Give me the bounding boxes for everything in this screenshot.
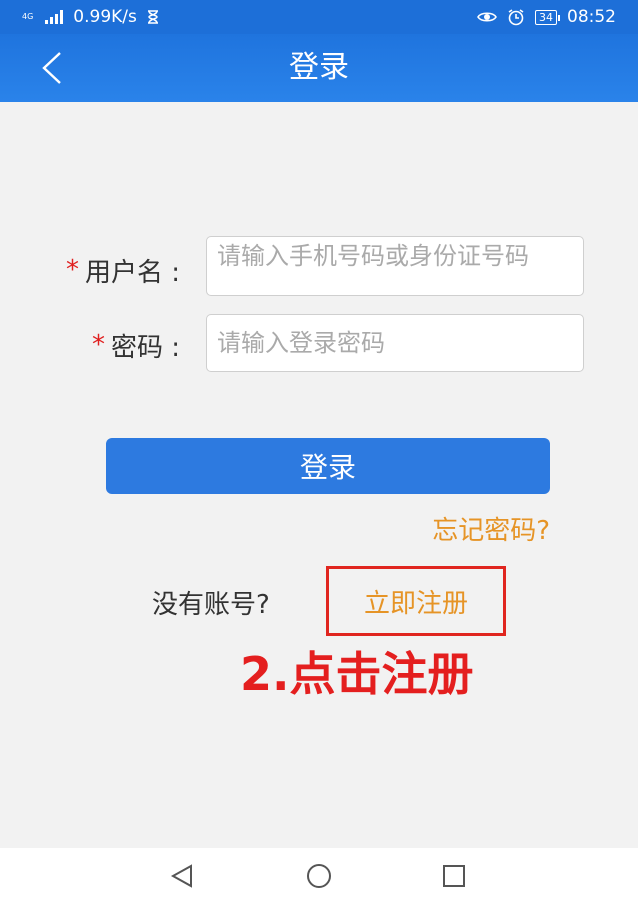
password-label-text: 密码 : [110, 332, 180, 363]
network-speed: 0.99K/s [73, 7, 137, 27]
network-type: 4G [22, 13, 33, 21]
status-bar: 4G 0.99K/s 34 08:52 [0, 0, 638, 34]
forgot-password-link[interactable]: 忘记密码? [432, 510, 550, 547]
instruction-annotation: 2.点击注册 [240, 647, 474, 701]
nav-recents-button[interactable] [434, 860, 474, 892]
square-recents-icon [443, 865, 465, 887]
username-input[interactable] [206, 236, 584, 296]
clock: 08:52 [567, 7, 616, 27]
back-button[interactable] [34, 48, 70, 88]
battery-level: 34 [539, 10, 553, 24]
navigation-bar [0, 848, 638, 904]
password-input[interactable] [206, 314, 584, 372]
app-bar: 登录 [0, 34, 638, 102]
password-label: * 密码 : [30, 325, 180, 365]
signal-icon [45, 10, 64, 24]
required-mark: * [91, 330, 105, 360]
status-left: 4G 0.99K/s [22, 7, 159, 27]
alarm-icon [508, 9, 524, 26]
login-button[interactable]: 登录 [106, 438, 550, 494]
no-account-text: 没有账号? [152, 590, 270, 620]
required-mark: * [65, 255, 79, 285]
username-label: * 用户名 : [30, 250, 180, 290]
hourglass-icon [147, 10, 158, 24]
nav-home-button[interactable] [299, 860, 339, 892]
eye-icon [477, 12, 497, 22]
status-right: 34 08:52 [477, 7, 616, 27]
network-type-label: 4G [22, 12, 34, 21]
username-label-text: 用户名 : [84, 257, 180, 288]
battery-icon: 34 [535, 9, 560, 25]
chevron-left-icon [42, 52, 61, 84]
nav-back-button[interactable] [162, 860, 202, 892]
page-title: 登录 [289, 50, 349, 85]
register-link[interactable]: 立即注册 [326, 566, 506, 636]
register-link-label: 立即注册 [363, 588, 468, 619]
triangle-back-icon [170, 864, 192, 888]
circle-home-icon [307, 864, 331, 888]
